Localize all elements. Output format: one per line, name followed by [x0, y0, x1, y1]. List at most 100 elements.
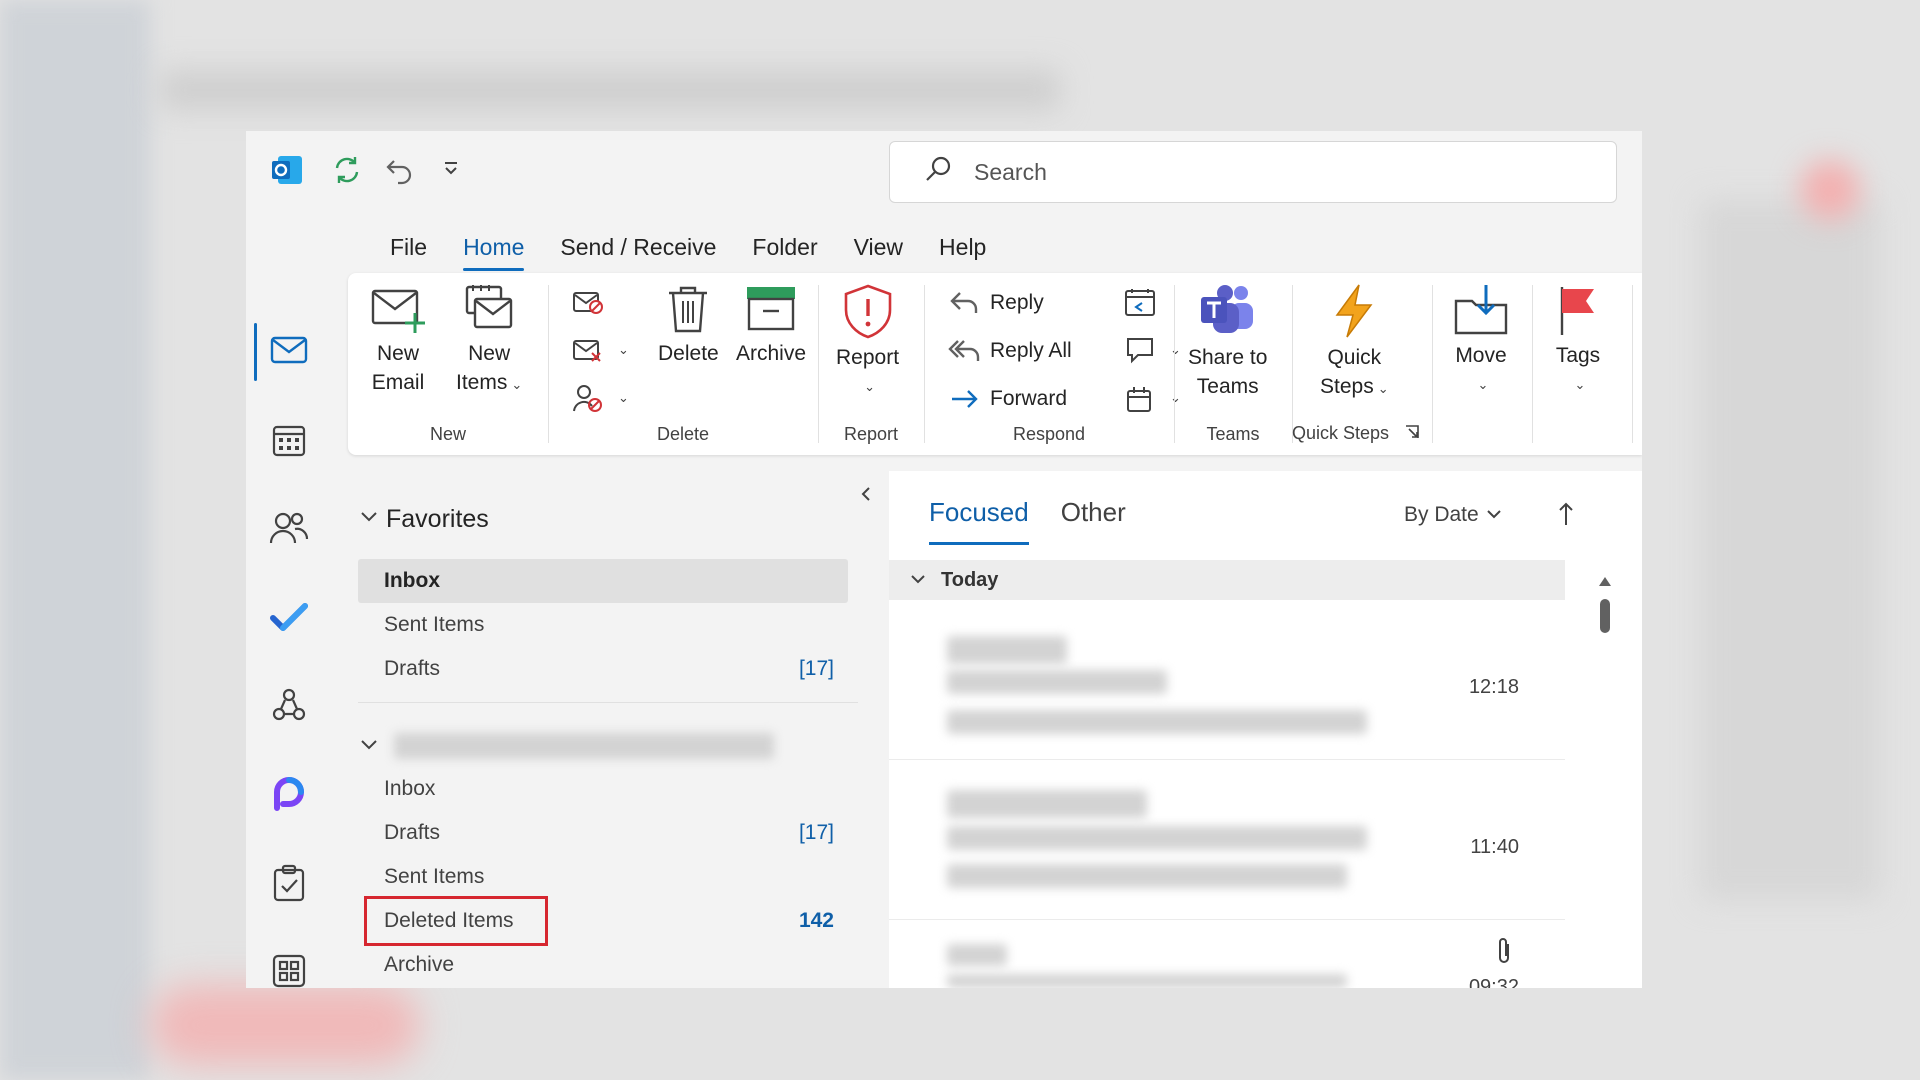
forward-label: Forward [990, 387, 1068, 410]
folder-name: Deleted Items [384, 909, 514, 932]
folder-name: Sent Items [384, 613, 485, 636]
folder-item[interactable]: Inbox [358, 767, 848, 811]
inbox-tabs: Focused Other [929, 497, 1126, 545]
im-reply-button[interactable]: ⌄ [1124, 335, 1181, 365]
report-button[interactable]: Report ⌄ [836, 283, 899, 401]
scroll-up-icon[interactable] [1598, 575, 1612, 587]
folder-item[interactable]: Sent Items [358, 855, 848, 899]
calendar-icon[interactable] [246, 405, 331, 475]
delete-label: Delete [658, 342, 719, 365]
message-list-scrollbar[interactable] [1596, 567, 1614, 988]
folder-name: Drafts [384, 821, 441, 844]
folder-item[interactable]: Drafts [17] [358, 647, 848, 691]
blurred-account-name [394, 733, 774, 759]
favorites-label: Favorites [386, 505, 489, 533]
title-bar: Search [246, 131, 1642, 213]
folder-name: Drafts [384, 657, 441, 680]
chevron-down-icon [909, 569, 927, 592]
folder-item-deleted-items[interactable]: Deleted Items 142 [358, 896, 848, 946]
ribbon-group-move: Move ⌄ [1432, 273, 1532, 455]
quick-steps-button[interactable]: Quick Steps ⌄ [1320, 283, 1389, 403]
tab-other[interactable]: Other [1061, 497, 1126, 543]
group-label-new: New [429, 424, 466, 444]
attachment-icon [1495, 936, 1513, 971]
tags-label: Tags [1555, 344, 1601, 367]
message-row[interactable]: 11:40 [889, 760, 1565, 920]
share-to-teams-button[interactable]: Share to Teams [1188, 283, 1267, 401]
account-header[interactable] [358, 733, 380, 760]
dialog-launcher-icon[interactable] [1404, 424, 1420, 445]
unread-count: [17] [798, 821, 834, 844]
collapse-pane-icon[interactable] [858, 485, 874, 508]
tab-focused[interactable]: Focused [929, 497, 1029, 545]
tab-help[interactable]: Help [921, 227, 1004, 271]
ribbon-group-respond: Reply Reply All Forward ⌄ ⌄ Respond [924, 273, 1181, 455]
folder-item[interactable]: Archive [358, 943, 848, 987]
group-header-today[interactable]: Today [889, 560, 1565, 600]
tab-home[interactable]: Home [445, 227, 542, 271]
folder-item[interactable]: Drafts [17] [358, 811, 848, 855]
chevron-down-icon [1485, 503, 1503, 527]
chevron-down-icon: ⌄ [1574, 377, 1586, 392]
new-email-label-2: Email [371, 371, 425, 394]
junk-button[interactable]: ⌄ [572, 383, 629, 413]
unread-count: 142 [798, 909, 834, 932]
divider [358, 702, 858, 703]
outlook-logo-icon [270, 153, 304, 187]
message-row[interactable]: 12:18 [889, 600, 1565, 760]
chevron-down-icon: ⌄ [1377, 381, 1389, 396]
todo-icon[interactable] [246, 582, 331, 652]
tags-button[interactable]: Tags ⌄ [1554, 283, 1602, 399]
chevron-down-icon: ⌄ [864, 379, 875, 394]
clean-up-button[interactable]: ⌄ [572, 335, 629, 365]
groups-icon[interactable] [246, 670, 331, 740]
mail-icon[interactable] [246, 315, 331, 385]
group-label-respond: Respond [1012, 424, 1086, 444]
scrollbar-thumb[interactable] [1600, 599, 1610, 633]
quick-steps-label-1: Quick [1327, 346, 1382, 369]
delete-button[interactable]: Delete [658, 283, 719, 368]
folder-pane: Favorites Inbox Sent Items Drafts [17] I… [348, 471, 882, 988]
ignore-button[interactable] [572, 287, 614, 317]
ribbon-group-tags: Tags ⌄ [1532, 273, 1632, 455]
people-icon[interactable] [246, 493, 331, 563]
reply-button[interactable]: Reply [948, 289, 1044, 317]
apps-icon[interactable] [246, 936, 331, 988]
tasks-icon[interactable] [246, 848, 331, 918]
new-items-button[interactable]: New Items ⌄ [456, 283, 522, 399]
new-email-button[interactable]: New Email [370, 283, 426, 397]
folder-name: Inbox [384, 569, 440, 592]
message-time: 11:40 [1470, 836, 1519, 858]
share-to-teams-label-1: Share to [1188, 346, 1268, 369]
reply-all-button[interactable]: Reply All [948, 337, 1072, 365]
group-label-quick-steps: Quick Steps [1292, 423, 1390, 444]
tab-file[interactable]: File [372, 227, 445, 271]
sync-icon[interactable] [330, 153, 364, 187]
sort-direction-icon[interactable] [1557, 501, 1575, 532]
chevron-down-icon [358, 505, 380, 534]
ribbon-group-teams: Share to Teams Teams [1174, 273, 1292, 455]
message-time: 09:32 [1468, 976, 1519, 988]
search-box[interactable]: Search [889, 141, 1617, 203]
sort-by-button[interactable]: By Date [1404, 503, 1503, 527]
meeting-reply-button[interactable] [1124, 287, 1166, 317]
ribbon-group-new: New Email New Items ⌄ New [348, 273, 548, 455]
copilot-icon[interactable] [246, 759, 331, 829]
move-button[interactable]: Move ⌄ [1452, 283, 1510, 399]
group-label-delete: Delete [656, 424, 710, 444]
tab-folder[interactable]: Folder [734, 227, 835, 271]
customize-toolbar-icon[interactable] [442, 159, 460, 177]
folder-item[interactable]: Sent Items [358, 603, 848, 647]
forward-button[interactable]: Forward [948, 385, 1067, 413]
tab-send-receive[interactable]: Send / Receive [542, 227, 734, 271]
undo-icon[interactable] [384, 153, 416, 185]
more-respond-button[interactable]: ⌄ [1124, 383, 1181, 413]
archive-label: Archive [736, 342, 807, 365]
favorites-header[interactable]: Favorites [358, 505, 489, 534]
folder-item[interactable]: Inbox [358, 559, 848, 603]
folder-name: Archive [384, 953, 455, 976]
archive-button[interactable]: Archive [736, 283, 806, 368]
sort-label: By Date [1404, 503, 1479, 526]
tab-view[interactable]: View [836, 227, 921, 271]
message-row[interactable]: 09:32 [889, 920, 1565, 988]
